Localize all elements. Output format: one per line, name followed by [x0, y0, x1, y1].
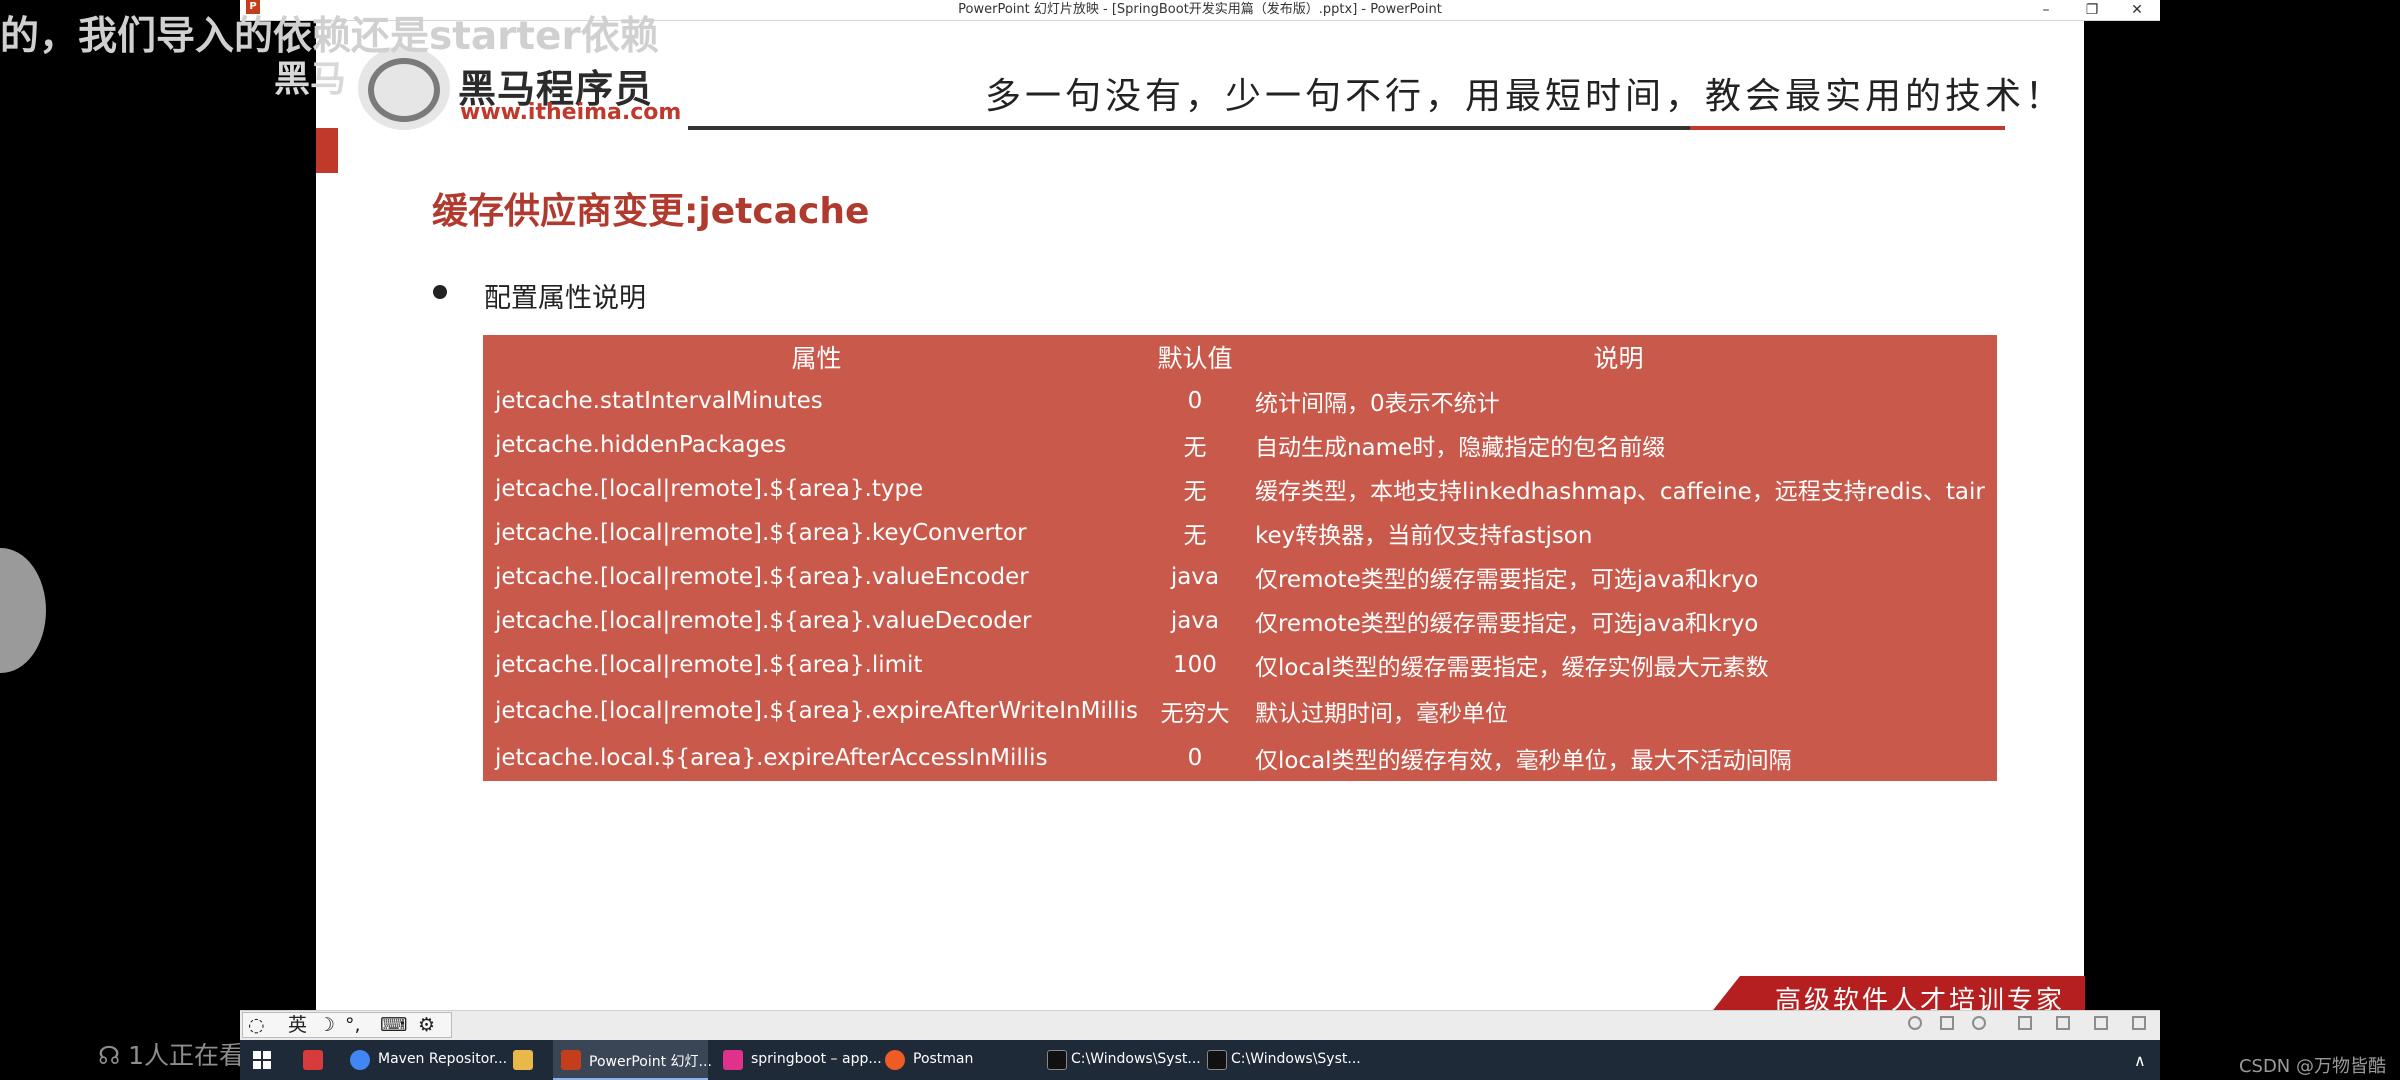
cell-property: jetcache.[local|remote].${area}.valueDec…: [495, 608, 1032, 634]
viewers-icon: ☊: [98, 1041, 129, 1070]
taskbar-label: C:\Windows\Syst...: [1231, 1051, 1361, 1067]
table-row: jetcache.[local|remote].${area}.valueDec…: [483, 599, 1997, 643]
restore-button[interactable]: ❐: [2069, 0, 2115, 20]
close-button[interactable]: ✕: [2114, 0, 2160, 20]
taskbar-label: springboot – app...: [751, 1051, 882, 1067]
header-property: 属性: [791, 344, 842, 373]
viewer-count: ☊ 1人正在看: [98, 1036, 244, 1072]
floating-ball-icon[interactable]: [0, 548, 46, 673]
cell-property: jetcache.[local|remote].${area}.valueEnc…: [495, 564, 1029, 590]
header-description: 说明: [1593, 344, 1644, 373]
table-row: jetcache.[local|remote].${area}.expireAf…: [483, 687, 1997, 734]
table-row: jetcache.hiddenPackages 无 自动生成name时，隐藏指定…: [483, 423, 1997, 467]
slide-red-accent: [316, 128, 338, 173]
cell-default: java: [1170, 564, 1220, 590]
cell-default: 0: [1187, 744, 1203, 771]
header-divider-accent: [1690, 126, 2005, 130]
cell-description: 仅remote类型的缓存需要指定，可选java和kryo: [1254, 567, 1759, 593]
slide-menu-icon[interactable]: [1940, 1016, 1954, 1030]
ime-moon-icon[interactable]: ☽: [318, 1013, 335, 1037]
taskbar-label: Maven Repositor...: [378, 1051, 508, 1067]
cmd-icon: [1047, 1050, 1067, 1070]
cell-default: java: [1170, 608, 1220, 634]
windows-start-icon[interactable]: [244, 1040, 280, 1080]
cell-description: 仅remote类型的缓存需要指定，可选java和kryo: [1254, 611, 1759, 637]
cell-default: 无: [1183, 523, 1207, 549]
chrome-icon: [350, 1050, 370, 1070]
cell-default: 无穷大: [1160, 700, 1230, 727]
cell-default: 0: [1187, 388, 1203, 414]
cell-property: jetcache.local.${area}.expireAfterAccess…: [495, 744, 1048, 771]
cell-description: 仅local类型的缓存需要指定，缓存实例最大元素数: [1254, 655, 1769, 681]
csdn-watermark: CSDN @万物皆酷: [2238, 1056, 2386, 1077]
cell-property: jetcache.statIntervalMinutes: [495, 388, 823, 414]
cell-property: jetcache.[local|remote].${area}.expireAf…: [495, 697, 1138, 724]
cell-description: 默认过期时间，毫秒单位: [1254, 700, 1508, 727]
cell-default: 无: [1183, 479, 1207, 505]
cell-description: 自动生成name时，隐藏指定的包名前缀: [1254, 435, 1666, 461]
next-slide-icon[interactable]: [1972, 1016, 1986, 1030]
slideshow-view-icon[interactable]: [2132, 1016, 2146, 1030]
table-header-row: 属性 默认值 说明: [483, 335, 1997, 379]
cell-description: 仅local类型的缓存有效，毫秒单位，最大不活动间隔: [1254, 747, 1792, 774]
table-row: jetcache.[local|remote].${area}.type 无 缓…: [483, 467, 1997, 511]
cell-property: jetcache.[local|remote].${area}.keyConve…: [495, 520, 1027, 546]
taskbar-label: Postman: [913, 1051, 974, 1067]
taskbar-label: C:\Windows\Syst...: [1071, 1051, 1201, 1067]
cell-property: jetcache.[local|remote].${area}.limit: [495, 652, 923, 678]
logo-figure-icon: [368, 58, 440, 122]
taskbar-label: PowerPoint 幻灯...: [589, 1054, 712, 1070]
tray-chevron-icon[interactable]: ∧: [2134, 1051, 2146, 1070]
postman-icon: [885, 1050, 905, 1070]
table-row: jetcache.[local|remote].${area}.limit 10…: [483, 643, 1997, 687]
slide-sorter-icon[interactable]: [2056, 1016, 2070, 1030]
cell-description: key转换器，当前仅支持fastjson: [1254, 523, 1593, 549]
file-explorer-icon[interactable]: [513, 1050, 533, 1070]
minimize-button[interactable]: –: [2023, 0, 2069, 20]
slideshow-status-bar: [240, 1010, 2160, 1040]
reading-view-icon[interactable]: [2094, 1016, 2108, 1030]
ime-settings-icon[interactable]: ⚙: [418, 1013, 435, 1037]
ime-language-toggle[interactable]: 英: [288, 1013, 307, 1037]
table-row: jetcache.[local|remote].${area}.keyConve…: [483, 511, 1997, 555]
cell-description: 统计间隔，0表示不统计: [1254, 391, 1500, 417]
normal-view-icon[interactable]: [2018, 1016, 2032, 1030]
ime-keyboard-icon[interactable]: ⌨: [380, 1013, 407, 1037]
cell-description: 缓存类型，本地支持linkedhashmap、caffeine，远程支持redi…: [1254, 479, 1985, 505]
slide-slogan: 多一句没有，少一句不行，用最短时间，教会最实用的技术！: [985, 76, 2066, 117]
config-properties-table: 属性 默认值 说明 jetcache.statIntervalMinutes 0…: [483, 335, 1997, 781]
cell-property: jetcache.hiddenPackages: [495, 432, 787, 458]
table-row: jetcache.statIntervalMinutes 0 统计间隔，0表示不…: [483, 379, 1997, 423]
table-row: jetcache.[local|remote].${area}.valueEnc…: [483, 555, 1997, 599]
table-row: jetcache.local.${area}.expireAfterAccess…: [483, 734, 1997, 781]
bullet-dot-icon: [433, 285, 447, 299]
cmd-icon: [1207, 1050, 1227, 1070]
video-watermark: 黑马: [274, 59, 347, 100]
slide-title: 缓存供应商变更:jetcache: [432, 191, 870, 232]
viewer-count-label: 1人正在看: [128, 1041, 245, 1070]
bullet-text: 配置属性说明: [484, 283, 646, 314]
intellij-icon: [723, 1050, 743, 1070]
powerpoint-icon: [561, 1050, 581, 1070]
cell-property: jetcache.[local|remote].${area}.type: [495, 476, 924, 502]
logo-url: www.itheima.com: [460, 100, 682, 125]
ime-logo-icon[interactable]: ◌: [248, 1013, 265, 1037]
previous-slide-icon[interactable]: [1908, 1016, 1922, 1030]
app-pinned-icon[interactable]: [303, 1050, 323, 1070]
header-default: 默认值: [1157, 344, 1233, 373]
cell-default: 无: [1183, 435, 1207, 461]
cell-default: 100: [1173, 652, 1217, 678]
ime-punctuation-icon[interactable]: °,: [345, 1013, 361, 1037]
